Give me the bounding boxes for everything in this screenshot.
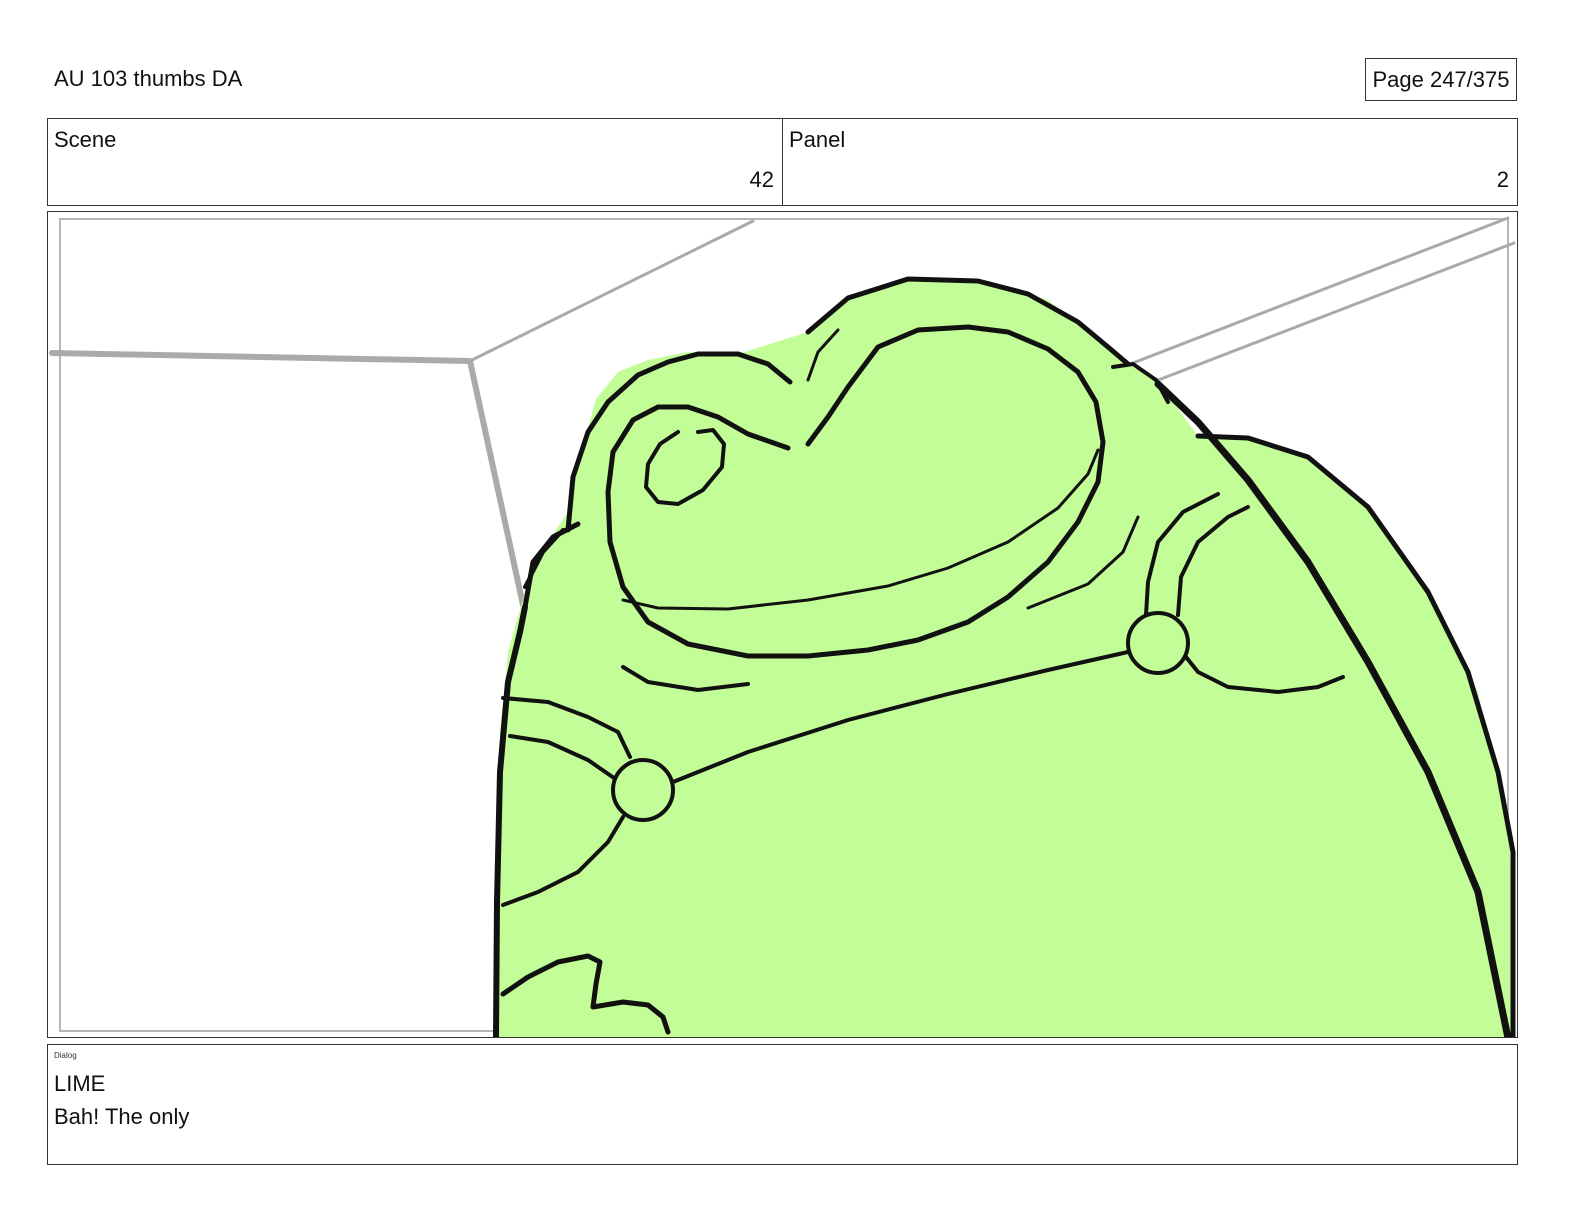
scene-label: Scene xyxy=(54,127,117,152)
document-title: AU 103 thumbs DA xyxy=(54,66,243,91)
dialog-tag: Dialog xyxy=(54,1051,77,1060)
dialog-speaker: LIME xyxy=(54,1071,106,1096)
page-indicator: Page 247/375 xyxy=(1365,58,1517,101)
frog-body xyxy=(495,280,1513,1037)
scene-number: 42 xyxy=(749,167,774,192)
storyboard-frame xyxy=(47,211,1518,1038)
frog-character-drawing xyxy=(49,216,1516,1037)
scene-panel-row: Scene 42 Panel 2 xyxy=(47,118,1518,206)
page-indicator-label: Page 247/375 xyxy=(1372,66,1510,92)
panel-label: Panel xyxy=(789,127,846,152)
dialog-box: Dialog LIME Bah! The only xyxy=(47,1044,1518,1165)
panel-number: 2 xyxy=(1496,167,1509,192)
panel-cell: Panel 2 xyxy=(782,119,1517,205)
dialog-line: Bah! The only xyxy=(54,1104,190,1129)
scene-cell: Scene 42 xyxy=(48,119,782,205)
